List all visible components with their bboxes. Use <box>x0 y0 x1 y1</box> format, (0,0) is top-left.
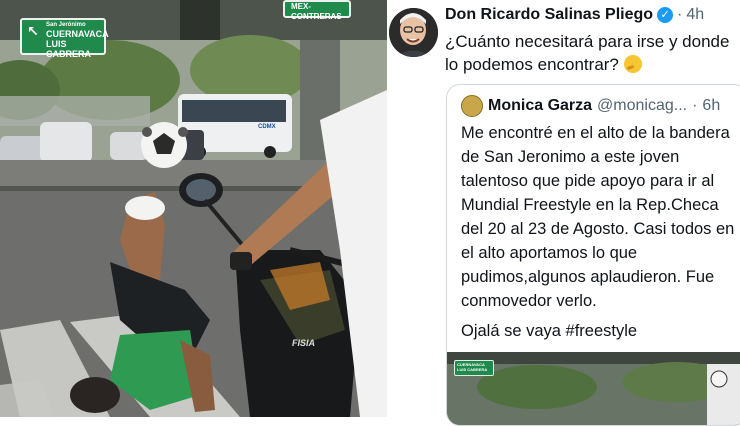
arrow-up-left-icon: ↖ <box>27 23 39 39</box>
quote-author-name: Monica Garza <box>488 97 593 114</box>
avatar-face <box>389 8 438 57</box>
thinking-face-emoji-icon <box>623 55 642 73</box>
tweet-header: Don Ricardo Salinas Pliego ✓ · 4h <box>445 6 704 24</box>
street-scene <box>0 0 387 417</box>
quote-media[interactable]: CUERNAVACA LUIS CABRERA <box>447 352 740 425</box>
verified-badge-icon: ✓ <box>657 7 674 23</box>
author-name[interactable]: Don Ricardo Salinas Pliego <box>445 6 653 24</box>
separator-dot: · <box>677 6 683 23</box>
tweet-body: ¿Cuánto necesitará para irse y donde lo … <box>445 30 735 76</box>
tweet-text: ¿Cuánto necesitará para irse y donde lo … <box>445 32 730 74</box>
quoted-tweet[interactable]: Monica Garza @monicag... · 6h Me encontr… <box>446 84 740 426</box>
quote-header: Monica Garza @monicag... · 6h <box>461 95 740 117</box>
quote-text: Me encontré en el alto de la bandera de … <box>461 124 735 310</box>
quote-text-2: Ojalá se vaya #freestyle <box>461 322 638 340</box>
sign-line-2: CUERNAVACA <box>46 29 109 39</box>
street-sign-right: MEX-CONTRERAS <box>283 0 351 21</box>
quote-time: 6h <box>702 97 721 114</box>
quote-body: Me encontré en el alto de la bandera de … <box>461 121 740 343</box>
moto-brand: FISIA <box>292 338 316 348</box>
quote-handle: @monicag... <box>597 97 688 114</box>
street-sign-left: ↖ San Jerónimo CUERNAVACA LUIS CABRERA <box>20 18 109 59</box>
street-photo: ↖ San Jerónimo CUERNAVACA LUIS CABRERA M… <box>0 0 387 417</box>
quote-separator: · <box>692 97 698 114</box>
quote-media-sign: CUERNAVACA LUIS CABRERA <box>454 360 494 376</box>
tweet-time[interactable]: 4h <box>686 6 704 24</box>
sign-line-3: LUIS CABRERA <box>46 39 91 59</box>
author-avatar[interactable] <box>389 8 438 57</box>
bus-logo: CDMX <box>258 124 276 130</box>
quote-avatar <box>461 95 483 117</box>
sign-line-1: San Jerónimo <box>46 22 86 28</box>
